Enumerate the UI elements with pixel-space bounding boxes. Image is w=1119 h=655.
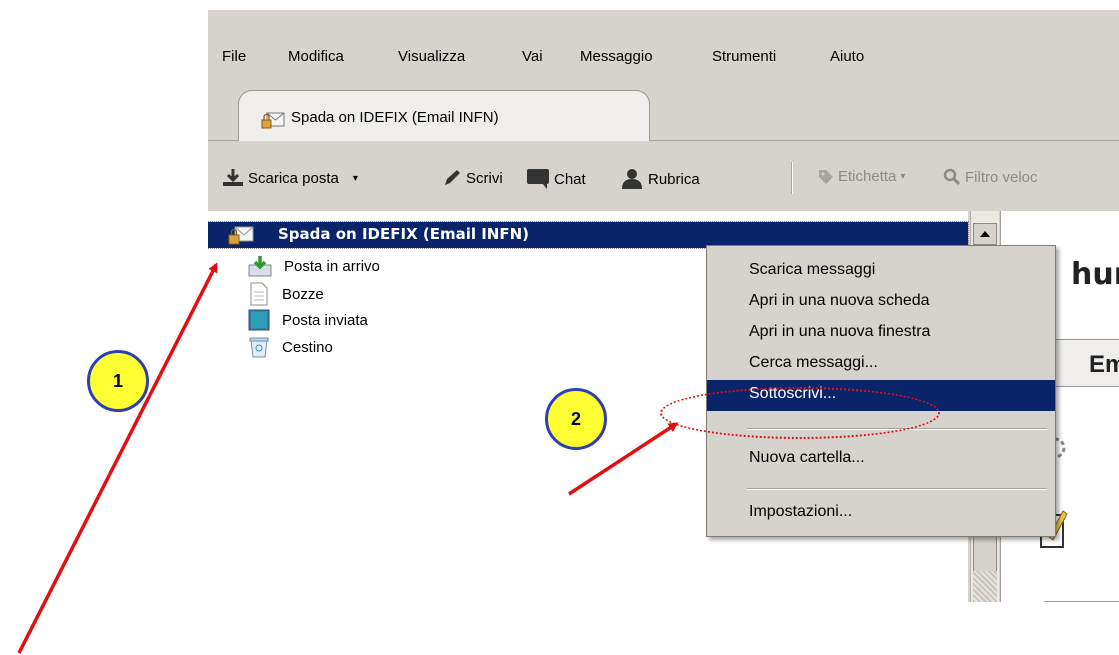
- annotation-arrows: [17, 262, 679, 654]
- arrow-to-subscribe: [568, 422, 679, 496]
- arrow-to-account: [17, 262, 218, 654]
